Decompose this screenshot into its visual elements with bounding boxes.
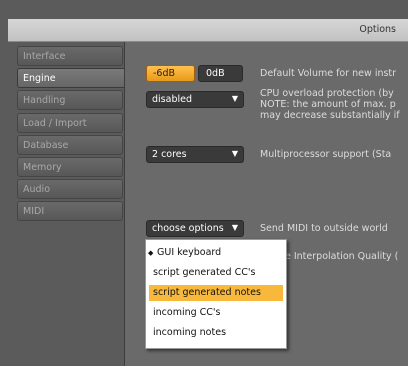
sidebar-item-audio[interactable]: Audio xyxy=(17,179,123,200)
sidebar-item-handling[interactable]: Handling xyxy=(17,90,123,111)
cpu-description-1: CPU overload protection (by xyxy=(260,88,394,99)
top-bar xyxy=(0,0,408,18)
menu-item-script-notes[interactable]: script generated notes xyxy=(149,285,283,301)
sidebar-item-label: Database xyxy=(23,139,69,151)
volume-description: Default Volume for new instr xyxy=(260,68,397,79)
checkmark-icon: ◆ xyxy=(148,249,154,257)
volume-minus6db-button[interactable]: -6dB xyxy=(146,65,195,82)
sidebar-item-midi[interactable]: MIDI xyxy=(17,201,123,222)
sidebar-item-label: Engine xyxy=(23,73,56,85)
multiprocessor-dropdown[interactable]: 2 cores ▼ xyxy=(146,146,244,163)
sidebar-item-engine[interactable]: Engine xyxy=(17,68,127,89)
sidebar-item-database[interactable]: Database xyxy=(17,134,123,155)
sidebar: Interface Engine Handling Load / Import … xyxy=(17,46,127,224)
cpu-description-2: NOTE: the amount of max. p xyxy=(260,99,396,110)
midi-options-menu: ◆ GUI keyboard script generated CC's scr… xyxy=(145,239,287,349)
chevron-down-icon: ▼ xyxy=(231,94,238,103)
midi-out-dropdown[interactable]: choose options ▼ xyxy=(146,220,244,237)
sidebar-item-load-import[interactable]: Load / Import xyxy=(17,112,123,133)
menu-item-incoming-notes[interactable]: incoming notes xyxy=(149,325,283,341)
menu-item-script-cc[interactable]: script generated CC's xyxy=(149,265,283,281)
sidebar-item-label: Interface xyxy=(23,51,66,62)
window-title: Options xyxy=(359,24,396,35)
cpu-protection-dropdown[interactable]: disabled ▼ xyxy=(146,91,244,108)
sidebar-item-label: Memory xyxy=(23,161,62,173)
menu-item-gui-keyboard[interactable]: ◆ GUI keyboard xyxy=(148,245,283,261)
sidebar-item-memory[interactable]: Memory xyxy=(17,156,123,177)
dropdown-value: 2 cores xyxy=(152,149,187,160)
sidebar-item-label: Handling xyxy=(23,95,66,107)
sidebar-item-label: Load / Import xyxy=(23,117,87,129)
multiprocessor-description: Multiprocessor support (Sta xyxy=(260,149,392,160)
sidebar-item-interface[interactable]: Interface xyxy=(17,46,123,66)
dropdown-value: choose options xyxy=(152,223,224,234)
sidebar-item-label: Audio xyxy=(23,184,51,196)
chevron-down-icon: ▼ xyxy=(231,223,238,232)
interpolation-description: e Interpolation Quality ( xyxy=(285,251,399,262)
dropdown-value: disabled xyxy=(152,94,192,105)
options-title-bar: Options xyxy=(8,19,408,42)
volume-0db-button[interactable]: 0dB xyxy=(198,65,243,82)
midi-out-description: Send MIDI to outside world xyxy=(260,223,388,234)
cpu-description-3: may decrease substantially if xyxy=(260,110,400,121)
sidebar-item-label: MIDI xyxy=(23,206,45,218)
chevron-down-icon: ▼ xyxy=(231,149,238,158)
menu-item-incoming-cc[interactable]: incoming CC's xyxy=(149,305,283,321)
